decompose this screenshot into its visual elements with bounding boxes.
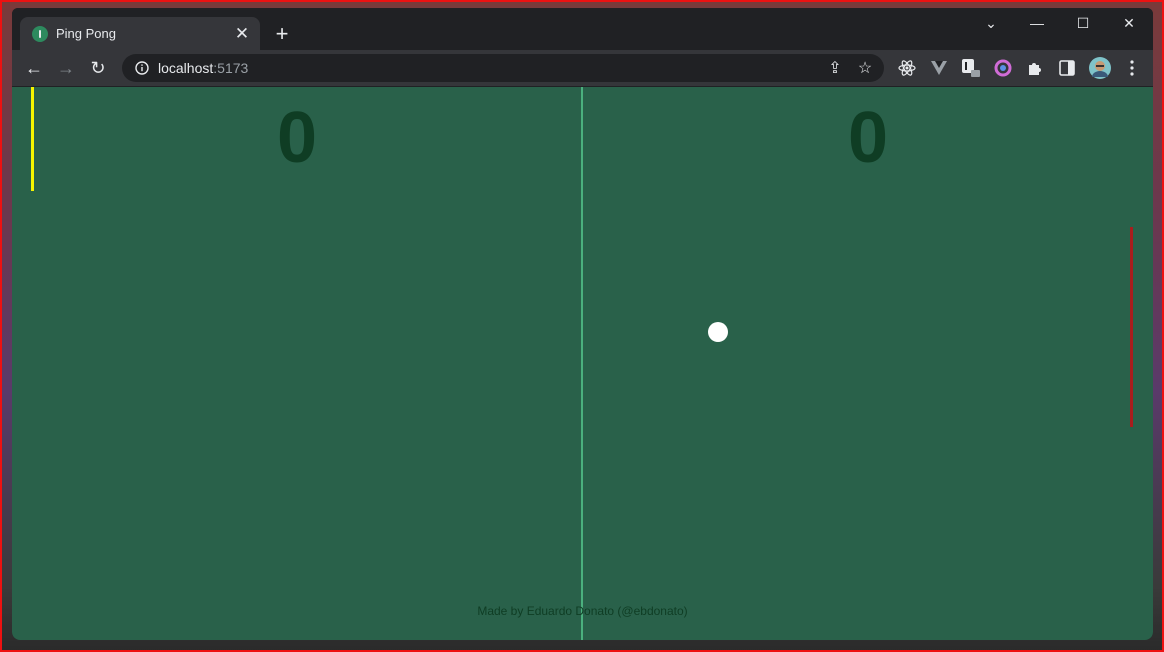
credit-text: Made by Eduardo Donato (@ebdonato) (477, 604, 688, 618)
tab-strip: Ping Pong ✕ + ⌄ — ☐ ✕ (12, 8, 1153, 50)
tab-ping-pong[interactable]: Ping Pong ✕ (20, 17, 260, 50)
game-field: 0 0 Made by Eduardo Donato (@ebdonato) (12, 87, 1153, 640)
share-icon[interactable]: ⇪ (822, 55, 848, 81)
extension-icon[interactable] (961, 58, 981, 78)
tab-title: Ping Pong (56, 26, 116, 41)
site-info-icon[interactable] (128, 54, 156, 82)
bookmark-star-icon[interactable]: ☆ (852, 55, 878, 81)
tab-search-button[interactable]: ⌄ (968, 8, 1014, 38)
forward-button[interactable]: → (52, 54, 80, 82)
browser-window: Ping Pong ✕ + ⌄ — ☐ ✕ ← → ↻ localhost:51… (12, 8, 1153, 640)
left-score: 0 (276, 98, 318, 178)
react-devtools-icon[interactable] (897, 58, 917, 78)
side-panel-icon[interactable] (1057, 58, 1077, 78)
reload-button[interactable]: ↻ (84, 54, 112, 82)
color-picker-icon[interactable] (993, 58, 1013, 78)
right-score: 0 (847, 98, 889, 178)
back-button[interactable]: ← (20, 54, 48, 82)
close-window-button[interactable]: ✕ (1106, 8, 1152, 38)
right-paddle (1130, 227, 1133, 427)
favicon-icon (32, 25, 48, 42)
ball (708, 322, 728, 342)
browser-toolbar: ← → ↻ localhost:5173 ⇪ ☆ (12, 50, 1153, 86)
address-bar[interactable]: localhost:5173 ⇪ ☆ (122, 54, 884, 82)
url-text[interactable]: localhost:5173 (158, 60, 248, 76)
menu-icon[interactable] (1122, 58, 1142, 78)
puzzle-icon[interactable] (1025, 58, 1045, 78)
center-net (581, 87, 583, 640)
avatar[interactable] (1089, 57, 1111, 79)
new-tab-button[interactable]: + (268, 20, 296, 48)
left-paddle (31, 87, 34, 191)
minimize-button[interactable]: — (1014, 8, 1060, 38)
vue-devtools-icon[interactable] (929, 58, 949, 78)
tab-close-icon[interactable]: ✕ (230, 22, 254, 46)
maximize-button[interactable]: ☐ (1060, 8, 1106, 38)
